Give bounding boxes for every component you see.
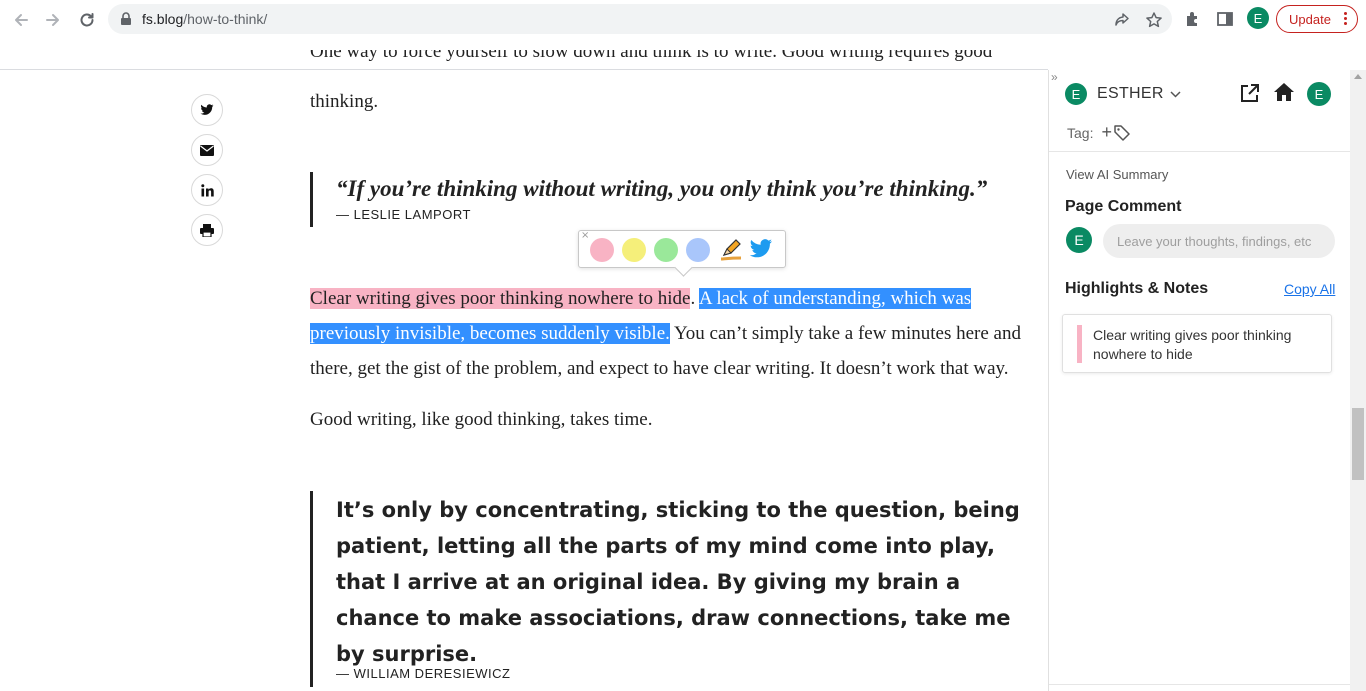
tag-label: Tag: (1067, 124, 1094, 141)
update-button[interactable]: Update (1276, 5, 1358, 33)
selected-text-continued[interactable]: previously invisible, becomes suddenly v… (310, 323, 670, 344)
highlight-blue-button[interactable] (686, 238, 710, 262)
view-ai-summary-link[interactable]: View AI Summary (1066, 167, 1168, 182)
user-menu[interactable]: E ESTHER (1065, 83, 1181, 105)
close-icon[interactable]: × (581, 230, 589, 241)
username: ESTHER (1097, 85, 1164, 102)
export-icon (1241, 84, 1259, 102)
scroll-up-arrow-icon[interactable] (1354, 74, 1362, 79)
highlight-green-button[interactable] (654, 238, 678, 262)
twitter-icon (200, 104, 214, 115)
annotation-side-panel: » E ESTHER E Tag: + View AI Summary Page… (1048, 70, 1351, 691)
back-button[interactable] (8, 7, 34, 33)
url-path: /how-to-think/ (183, 11, 268, 27)
share-twitter-button[interactable] (191, 94, 223, 126)
home-icon (1274, 83, 1294, 101)
paragraph-line-3: there, get the gist of the problem, and … (310, 358, 1009, 379)
home-button[interactable] (1273, 82, 1295, 107)
paragraph-line-2: previously invisible, becomes suddenly v… (310, 316, 1042, 351)
annotate-button[interactable] (719, 238, 743, 267)
highlight-card[interactable]: Clear writing gives poor thinking nowher… (1062, 314, 1332, 373)
browser-toolbar: fs.blog/how-to-think/ E Update (0, 0, 1366, 38)
bookmark-button[interactable] (1144, 10, 1164, 30)
partial-paragraph-top: One way to force yourself to slow down a… (310, 50, 1042, 68)
pencil-icon (720, 239, 742, 261)
forward-arrow-icon (46, 14, 59, 26)
page-comment-heading: Page Comment (1065, 198, 1182, 215)
blockquote-text: “If you’re thinking without writing, you… (336, 176, 988, 201)
highlight-text: Clear writing gives poor thinking nowher… (1093, 327, 1292, 362)
highlight-color-bar (1077, 325, 1082, 363)
period-text: . (690, 288, 696, 309)
pink-highlight[interactable]: Clear writing gives poor thinking nowher… (310, 288, 691, 309)
highlighted-paragraph: Clear writing gives poor thinking nowher… (310, 281, 1042, 386)
plus-text: + (1101, 122, 1112, 142)
share-icon (1115, 13, 1129, 26)
highlight-yellow-button[interactable] (622, 238, 646, 262)
selected-text[interactable]: A lack of understanding, which was (698, 288, 972, 309)
puzzle-icon (1187, 12, 1197, 26)
page-comment-input[interactable] (1103, 224, 1335, 258)
collapse-panel-button[interactable]: » (1051, 70, 1058, 84)
user-avatar: E (1065, 83, 1087, 105)
share-page-button[interactable] (1112, 10, 1132, 30)
reload-button[interactable] (74, 7, 100, 33)
lock-icon (121, 12, 131, 25)
highlights-notes-heading: Highlights & Notes (1065, 280, 1209, 297)
share-linkedin-button[interactable] (191, 174, 223, 206)
print-button[interactable] (191, 214, 223, 246)
paragraph-line-1: Clear writing gives poor thinking nowher… (310, 281, 1042, 316)
export-button[interactable] (1239, 82, 1261, 109)
scroll-thumb[interactable] (1352, 408, 1364, 480)
pullquote-text: It’s only by concentrating, sticking to … (336, 498, 1020, 666)
forward-button[interactable] (40, 7, 66, 33)
tag-row: Tag: + (1067, 122, 1131, 143)
url-host: fs.blog (142, 11, 184, 27)
add-tag-button[interactable]: + (1101, 122, 1112, 143)
print-icon (200, 223, 214, 237)
paragraph: Good writing, like good thinking, takes … (310, 409, 653, 430)
side-panel-icon (1217, 12, 1233, 26)
address-bar[interactable]: fs.blog/how-to-think/ (108, 4, 1172, 34)
divider (1049, 151, 1351, 152)
star-icon (1146, 12, 1162, 28)
chevron-down-icon (1170, 90, 1181, 98)
copy-all-link[interactable]: Copy All (1284, 281, 1335, 297)
mail-icon (200, 144, 214, 156)
paragraph-text: You can’t simply take a few minutes here… (669, 323, 1021, 344)
side-panel-button[interactable] (1214, 8, 1236, 30)
share-email-button[interactable] (191, 134, 223, 166)
extensions-button[interactable] (1182, 8, 1204, 30)
account-avatar[interactable]: E (1307, 82, 1331, 106)
update-label: Update (1289, 11, 1331, 27)
twitter-bird-icon (749, 239, 772, 258)
blockquote-author: — LESLIE LAMPORT (336, 207, 471, 222)
url-text: fs.blog/how-to-think/ (142, 11, 267, 27)
reload-icon (80, 13, 94, 27)
highlight-pink-button[interactable] (590, 238, 614, 262)
paragraph-line: thinking. (310, 91, 379, 112)
toolbar-divider (0, 69, 1048, 70)
more-vertical-icon (1344, 12, 1347, 25)
back-arrow-icon (15, 14, 28, 26)
commenter-avatar: E (1066, 227, 1092, 253)
pullquote-rule (310, 491, 313, 687)
linkedin-icon (200, 183, 214, 196)
profile-avatar[interactable]: E (1247, 7, 1269, 29)
blockquote-rule (310, 172, 313, 227)
panel-footer-divider (1049, 684, 1351, 685)
page-scrollbar[interactable] (1350, 70, 1366, 691)
tag-icon[interactable] (1113, 124, 1131, 142)
highlight-toolbar: × (578, 230, 786, 268)
cut-off-line: One way to force yourself to slow down a… (310, 50, 993, 62)
pullquote-author: — WILLIAM DERESIEWICZ (336, 666, 511, 681)
tweet-highlight-button[interactable] (749, 238, 773, 265)
